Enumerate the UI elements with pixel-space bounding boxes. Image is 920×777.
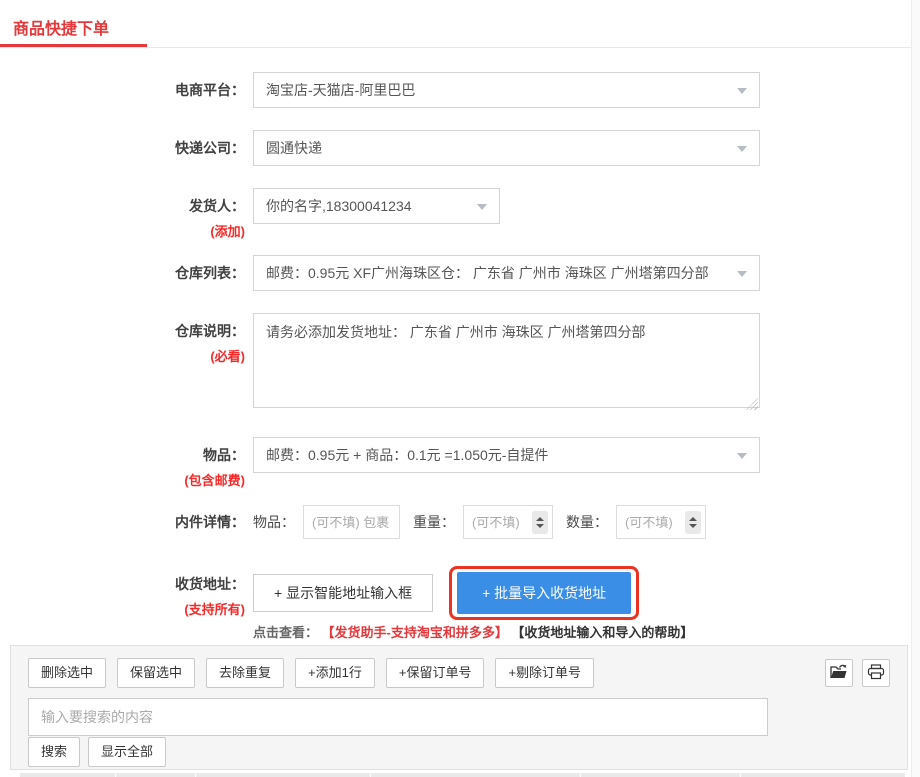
delete-selected-button[interactable]: 删除选中 bbox=[28, 658, 106, 688]
platform-label: 电商平台： bbox=[0, 72, 245, 108]
row-address: 收货地址： (支持所有) + 显示智能地址输入框 + 批量导入收货地址 bbox=[0, 566, 920, 620]
search-input[interactable] bbox=[28, 698, 768, 736]
warehouse-list-value: 邮费：0.95元 XF广州海珠区仓： 广东省 广州市 海珠区 广州塔第四分部 bbox=[266, 263, 709, 283]
sender-sublabel-add[interactable]: (添加) bbox=[0, 224, 245, 239]
batch-import-address-button[interactable]: + 批量导入收货地址 bbox=[457, 572, 631, 614]
warehouse-note-label: 仓库说明： bbox=[0, 313, 245, 349]
chevron-down-icon bbox=[737, 271, 747, 277]
header: 商品快捷下单 bbox=[0, 0, 920, 48]
vertical-scrollbar[interactable] bbox=[911, 0, 920, 777]
help-link-address-import[interactable]: 【收货地址输入和导入的帮助】 bbox=[518, 625, 694, 640]
express-label: 快递公司： bbox=[0, 130, 245, 166]
chevron-down-icon bbox=[737, 453, 747, 459]
row-warehouse-note: 仓库说明： (必看) 请务必添加发货地址： 广东省 广州市 海珠区 广州塔第四分… bbox=[0, 313, 920, 413]
export-icon bbox=[830, 664, 848, 683]
print-button[interactable] bbox=[862, 659, 890, 687]
help-prefix: 点击查看： bbox=[253, 625, 318, 640]
stepper-down-icon bbox=[536, 524, 544, 528]
keep-order-number-button[interactable]: +保留订单号 bbox=[386, 658, 485, 688]
order-form: 电商平台： 淘宝店-天猫店-阿里巴巴 快递公司： 圆通快递 发货人： (添加) bbox=[0, 48, 920, 641]
red-highlight-annotation: + 批量导入收货地址 bbox=[449, 566, 639, 620]
item-sublabel-postage: (包含邮费) bbox=[0, 473, 245, 488]
row-sender: 发货人： (添加) 你的名字,18300041234 bbox=[0, 188, 920, 239]
show-all-button[interactable]: 显示全部 bbox=[88, 737, 166, 767]
export-button[interactable] bbox=[825, 659, 853, 687]
panel-toolbar: 删除选中 保留选中 去除重复 +添加1行 +保留订单号 +剔除订单号 bbox=[28, 658, 890, 688]
stepper-up-icon bbox=[689, 517, 697, 521]
express-value: 圆通快递 bbox=[266, 138, 322, 158]
table-header-sliver bbox=[20, 773, 905, 777]
platform-select[interactable]: 淘宝店-天猫店-阿里巴巴 bbox=[253, 72, 760, 108]
warehouse-note-sublabel-mustsee: (必看) bbox=[0, 349, 245, 364]
help-link-shipping-assistant[interactable]: 【发货助手-支持淘宝和拼多多】 bbox=[328, 625, 508, 640]
chevron-down-icon bbox=[737, 88, 747, 94]
remove-order-number-button[interactable]: +剔除订单号 bbox=[495, 658, 594, 688]
chevron-down-icon bbox=[477, 204, 487, 210]
batch-tools-panel: 删除选中 保留选中 去除重复 +添加1行 +保留订单号 +剔除订单号 bbox=[10, 645, 908, 770]
keep-selected-button[interactable]: 保留选中 bbox=[117, 658, 195, 688]
tab-active-underline bbox=[0, 44, 147, 47]
express-select[interactable]: 圆通快递 bbox=[253, 130, 760, 166]
stepper-down-icon bbox=[689, 524, 697, 528]
item-label: 物品： bbox=[0, 437, 245, 473]
remove-duplicates-button[interactable]: 去除重复 bbox=[206, 658, 284, 688]
sender-value: 你的名字,18300041234 bbox=[266, 196, 412, 216]
platform-value: 淘宝店-天猫店-阿里巴巴 bbox=[266, 80, 415, 100]
stepper-up-icon bbox=[536, 517, 544, 521]
address-label: 收货地址： bbox=[0, 566, 245, 602]
contents-item-input[interactable] bbox=[303, 505, 400, 539]
contents-label: 内件详情： bbox=[0, 504, 245, 540]
order-page: 商品快捷下单 电商平台： 淘宝店-天猫店-阿里巴巴 快递公司： 圆通快递 bbox=[0, 0, 920, 777]
warehouse-list-label: 仓库列表： bbox=[0, 255, 245, 291]
contents-item-label: 物品： bbox=[253, 505, 295, 539]
contents-weight-label: 重量： bbox=[413, 505, 455, 539]
row-express: 快递公司： 圆通快递 bbox=[0, 130, 920, 166]
sender-label: 发货人： bbox=[0, 188, 245, 224]
row-item: 物品： (包含邮费) 邮费：0.95元 + 商品：0.1元 =1.050元-自提… bbox=[0, 437, 920, 488]
print-icon bbox=[867, 664, 885, 683]
contents-weight-input[interactable] bbox=[472, 515, 528, 530]
item-select[interactable]: 邮费：0.95元 + 商品：0.1元 =1.050元-自提件 bbox=[253, 437, 760, 473]
qty-stepper[interactable] bbox=[685, 511, 701, 534]
warehouse-note-textarea[interactable]: 请务必添加发货地址： 广东省 广州市 海珠区 广州塔第四分部 bbox=[253, 313, 760, 408]
warehouse-list-select[interactable]: 邮费：0.95元 XF广州海珠区仓： 广东省 广州市 海珠区 广州塔第四分部 bbox=[253, 255, 760, 291]
show-smart-address-button[interactable]: + 显示智能地址输入框 bbox=[253, 574, 433, 612]
tab-quick-order[interactable]: 商品快捷下单 bbox=[13, 0, 109, 39]
help-line: 点击查看： 【发货助手-支持淘宝和拼多多】【收货地址输入和导入的帮助】 bbox=[253, 622, 920, 641]
row-warehouse-list: 仓库列表： 邮费：0.95元 XF广州海珠区仓： 广东省 广州市 海珠区 广州塔… bbox=[0, 255, 920, 291]
chevron-down-icon bbox=[737, 146, 747, 152]
search-button[interactable]: 搜索 bbox=[28, 737, 80, 767]
add-row-button[interactable]: +添加1行 bbox=[295, 658, 375, 688]
contents-qty-label: 数量： bbox=[566, 505, 608, 539]
contents-qty-input[interactable] bbox=[625, 515, 681, 530]
sender-select[interactable]: 你的名字,18300041234 bbox=[253, 188, 500, 224]
item-value: 邮费：0.95元 + 商品：0.1元 =1.050元-自提件 bbox=[266, 445, 548, 465]
address-sublabel-supportall: (支持所有) bbox=[0, 602, 245, 617]
row-platform: 电商平台： 淘宝店-天猫店-阿里巴巴 bbox=[0, 72, 920, 108]
row-contents-detail: 内件详情： 物品： 重量： 数量： bbox=[0, 504, 920, 540]
weight-stepper[interactable] bbox=[532, 511, 548, 534]
